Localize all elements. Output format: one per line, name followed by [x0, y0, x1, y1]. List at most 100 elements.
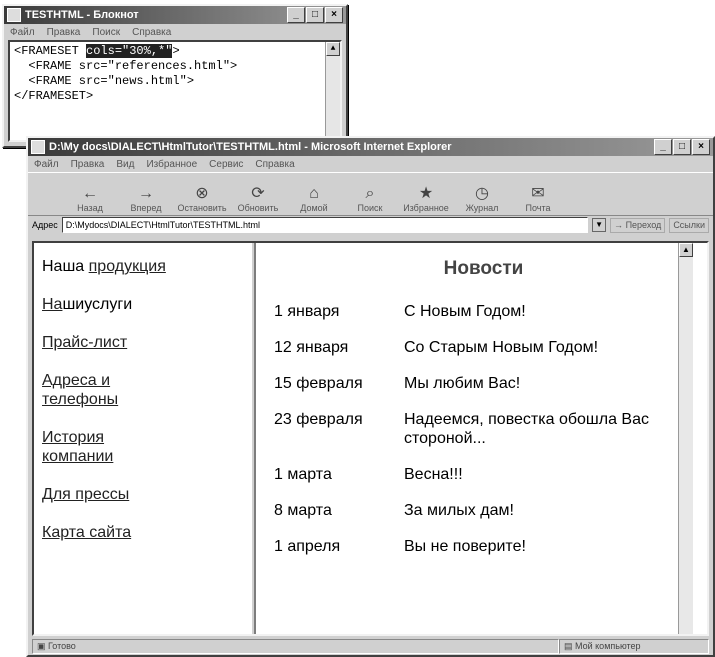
status-zone: ▤ Мой компьютер — [559, 638, 709, 654]
menu-edit[interactable]: Правка — [71, 159, 105, 170]
address-dropdown-button[interactable]: ▼ — [592, 218, 607, 232]
browser-title: D:\My docs\DIALECT\HtmlTutor\TESTHTML.ht… — [49, 141, 452, 153]
news-date: 1 марта — [274, 466, 332, 483]
notepad-titlebar[interactable]: TESTHTML - Блокнот _ □ × — [4, 6, 346, 24]
news-row: 23 февраля Надеемся, повестка обошла Вас … — [274, 410, 693, 448]
status-bar: ▣ Готово ▤ Мой компьютер — [32, 638, 709, 654]
nav-link-products[interactable]: продукция — [89, 258, 166, 275]
address-label: Адрес — [32, 220, 58, 230]
notepad-scrollbar[interactable]: ▲ — [325, 42, 340, 140]
scroll-up-button[interactable]: ▲ — [679, 243, 693, 257]
notepad-icon — [7, 8, 21, 22]
news-text: Мы любим Вас! — [404, 375, 521, 392]
nav-text: шиуслуги — [62, 296, 133, 313]
nav-item-sitemap: Карта сайта — [42, 523, 252, 542]
go-label: Переход — [625, 219, 662, 230]
browser-window: D:\My docs\DIALECT\HtmlTutor\TESTHTML.ht… — [26, 136, 715, 657]
news-text: За милых дам! — [404, 502, 514, 519]
nav-item-products: Наша продукция — [42, 257, 252, 276]
search-button[interactable]: ⌕ Поиск — [344, 185, 396, 213]
computer-icon: ▤ — [564, 640, 576, 651]
history-icon: ◷ — [475, 185, 489, 202]
news-date: 12 января — [274, 339, 349, 356]
nav-link-history[interactable]: История компании — [42, 429, 113, 465]
page-icon: ▣ — [37, 640, 49, 651]
news-row: 12 января Со Старым Новым Годом! — [274, 338, 693, 357]
address-value: D:\Mydocs\DIALECT\HtmlTutor\TESTHTML.htm… — [65, 220, 260, 230]
address-input[interactable]: D:\Mydocs\DIALECT\HtmlTutor\TESTHTML.htm… — [61, 217, 589, 233]
stop-icon: ⊗ — [195, 185, 209, 202]
menu-tools[interactable]: Сервис — [209, 159, 243, 170]
history-button[interactable]: ◷ Журнал — [456, 185, 508, 213]
address-bar: Адрес D:\Mydocs\DIALECT\HtmlTutor\TESTHT… — [28, 216, 713, 234]
minimize-button[interactable]: _ — [287, 7, 305, 23]
back-button[interactable]: ← Назад — [64, 185, 116, 213]
browser-titlebar[interactable]: D:\My docs\DIALECT\HtmlTutor\TESTHTML.ht… — [28, 138, 713, 156]
favorites-icon: ★ — [418, 185, 434, 202]
news-row: 1 апреля Вы не поверите! — [274, 537, 693, 556]
go-button[interactable]: → Переход — [610, 217, 666, 233]
nav-link-pricelist[interactable]: Прайс-лист — [42, 334, 127, 351]
home-button[interactable]: ⌂ Домой — [288, 185, 340, 213]
menu-search[interactable]: Поиск — [92, 27, 120, 38]
notepad-editor[interactable]: <FRAMESET cols="30%,*"> <FRAME src="refe… — [8, 40, 342, 142]
menu-help[interactable]: Справка — [132, 27, 171, 38]
status-zone-text: Мой компьютер — [575, 640, 641, 651]
code-line-2: <FRAME src="references.html"> — [14, 59, 238, 73]
nav-link-sitemap[interactable]: Карта сайта — [42, 524, 131, 541]
news-date: 15 февраля — [274, 375, 363, 392]
search-icon: ⌕ — [365, 185, 375, 202]
stop-button[interactable]: ⊗ Остановить — [176, 185, 228, 213]
nav-link-text: Адреса и — [42, 372, 111, 389]
nav-link-text: История — [42, 429, 105, 446]
scroll-up-button[interactable]: ▲ — [326, 42, 340, 56]
close-button[interactable]: × — [692, 139, 710, 155]
close-button[interactable]: × — [325, 7, 343, 23]
forward-arrow-icon: → — [138, 185, 154, 202]
forward-label: Вперед — [130, 203, 162, 213]
mail-label: Почта — [525, 203, 551, 213]
news-date: 1 января — [274, 303, 340, 320]
news-row: 1 января С Новым Годом! — [274, 302, 693, 321]
menu-file[interactable]: Файл — [10, 27, 35, 38]
notepad-menubar: Файл Правка Поиск Справка — [4, 24, 346, 40]
news-text: Со Старым Новым Годом! — [404, 339, 599, 356]
code-selection: cols="30%,*" — [86, 44, 173, 58]
news-text: Весна!!! — [404, 466, 463, 483]
status-text: Готово — [48, 640, 76, 651]
home-label: Домой — [300, 203, 328, 213]
news-date: 23 февраля — [274, 411, 363, 428]
notepad-title: TESTHTML - Блокнот — [25, 9, 139, 21]
menu-edit[interactable]: Правка — [47, 27, 81, 38]
nav-link-text: телефоны — [42, 391, 119, 408]
nav-link-addresses[interactable]: Адреса и телефоны — [42, 372, 118, 408]
menu-favorites[interactable]: Избранное — [146, 159, 197, 170]
nav-link-services[interactable]: На — [42, 296, 62, 313]
mail-button[interactable]: ✉ Почта — [512, 185, 564, 213]
news-heading: Новости — [443, 258, 524, 279]
maximize-button[interactable]: □ — [673, 139, 691, 155]
maximize-button[interactable]: □ — [306, 7, 324, 23]
refresh-icon: ⟳ — [251, 185, 265, 202]
refresh-label: Обновить — [237, 203, 279, 213]
menu-help[interactable]: Справка — [255, 159, 294, 170]
refresh-button[interactable]: ⟳ Обновить — [232, 185, 284, 213]
history-label: Журнал — [465, 203, 499, 213]
notepad-window: TESTHTML - Блокнот _ □ × Файл Правка Пои… — [2, 4, 348, 148]
menu-view[interactable]: Вид — [116, 159, 134, 170]
forward-button[interactable]: → Вперед — [120, 185, 172, 213]
favorites-button[interactable]: ★ Избранное — [400, 185, 452, 213]
news-text: С Новым Годом! — [404, 303, 526, 320]
menu-file[interactable]: Файл — [34, 159, 59, 170]
status-ready: ▣ Готово — [32, 638, 559, 654]
references-frame: Наша продукция Нашиуслуги Прайс-лист Адр… — [34, 243, 256, 634]
nav-link-press[interactable]: Для прессы — [42, 486, 129, 503]
mail-icon: ✉ — [531, 185, 545, 202]
links-button[interactable]: Ссылки — [669, 217, 709, 233]
minimize-button[interactable]: _ — [654, 139, 672, 155]
news-date: 1 апреля — [274, 538, 341, 555]
news-scrollbar[interactable]: ▲ — [678, 243, 693, 634]
back-arrow-icon: ← — [82, 185, 98, 202]
news-date: 8 марта — [274, 502, 332, 519]
code-text: <FRAMESET — [14, 44, 87, 58]
